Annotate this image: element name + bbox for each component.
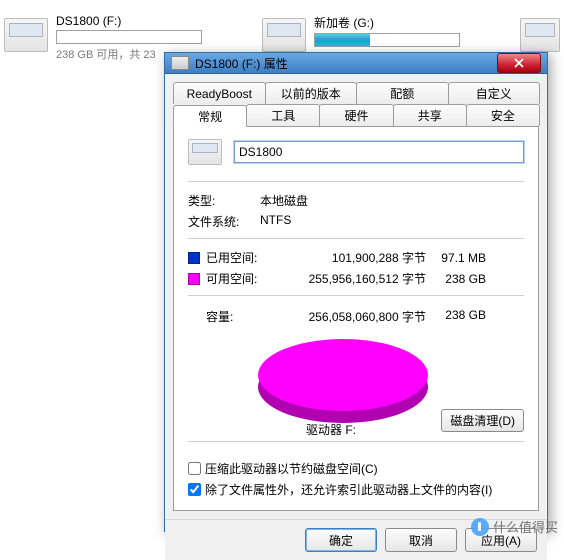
tab-strip: ReadyBoost 以前的版本 配额 自定义 常规 工具 硬件 共享 安全 (165, 74, 547, 126)
capacity-label: 容量: (188, 308, 276, 325)
drive-name: 新加卷 (G:) (314, 14, 460, 31)
type-label: 类型: (188, 192, 260, 209)
compress-label: 压缩此驱动器以节约磁盘空间(C) (205, 460, 378, 477)
tab-previous-versions[interactable]: 以前的版本 (265, 82, 358, 104)
disk-cleanup-button[interactable]: 磁盘清理(D) (441, 409, 524, 432)
divider (188, 238, 524, 239)
type-value: 本地磁盘 (260, 192, 308, 209)
drive-name: DS1800 (F:) (56, 14, 202, 28)
hdd-icon (4, 18, 48, 52)
tab-row-back: ReadyBoost 以前的版本 配额 自定义 (173, 82, 539, 104)
used-swatch-icon (188, 252, 200, 264)
index-checkbox-row[interactable]: 除了文件属性外，还允许索引此驱动器上文件的内容(I) (188, 481, 524, 498)
titlebar[interactable]: DS1800 (F:) 属性 (165, 53, 547, 74)
drive-letter-label: 驱动器 F: (306, 421, 356, 438)
tab-security[interactable]: 安全 (466, 104, 540, 126)
tab-general[interactable]: 常规 (173, 105, 247, 127)
divider (188, 295, 524, 296)
tab-customize[interactable]: 自定义 (448, 82, 541, 104)
divider (188, 181, 524, 182)
tab-hardware[interactable]: 硬件 (319, 104, 393, 126)
used-label: 已用空间: (206, 249, 276, 266)
filesystem-value: NTFS (260, 213, 291, 230)
close-icon (514, 58, 524, 68)
usage-bar (56, 30, 202, 44)
pie-chart (258, 339, 428, 411)
hdd-icon (262, 18, 306, 52)
usage-bar (314, 33, 460, 47)
capacity-hr: 238 GB (426, 308, 486, 325)
cancel-button[interactable]: 取消 (385, 528, 457, 552)
divider (188, 441, 524, 442)
watermark-text: 什么值得买 (493, 517, 558, 536)
free-hr: 238 GB (426, 272, 486, 286)
drive-icon (171, 56, 189, 70)
dialog-title: DS1800 (F:) 属性 (195, 55, 497, 72)
filesystem-label: 文件系统: (188, 213, 260, 230)
tab-readyboost[interactable]: ReadyBoost (173, 82, 266, 104)
compress-checkbox-row[interactable]: 压缩此驱动器以节约磁盘空间(C) (188, 460, 524, 477)
free-label: 可用空间: (206, 270, 276, 287)
ok-button[interactable]: 确定 (305, 528, 377, 552)
hdd-icon (188, 139, 222, 165)
hdd-icon (520, 18, 560, 52)
index-label: 除了文件属性外，还允许索引此驱动器上文件的内容(I) (205, 481, 492, 498)
capacity-bytes: 256,058,060,800 字节 (276, 308, 426, 325)
tab-quota[interactable]: 配额 (356, 82, 449, 104)
drive-label-input[interactable] (234, 141, 524, 163)
tab-tools[interactable]: 工具 (246, 104, 320, 126)
compress-checkbox[interactable] (188, 462, 201, 475)
tab-sharing[interactable]: 共享 (393, 104, 467, 126)
index-checkbox[interactable] (188, 483, 201, 496)
watermark-icon (471, 518, 489, 536)
used-hr: 97.1 MB (426, 251, 486, 265)
free-swatch-icon (188, 273, 200, 285)
properties-dialog: DS1800 (F:) 属性 ReadyBoost 以前的版本 配额 自定义 常… (164, 52, 548, 532)
usage-fill (315, 34, 370, 46)
tab-pane-general: 类型:本地磁盘 文件系统:NTFS 已用空间: 101,900,288 字节 9… (173, 126, 539, 511)
watermark: 什么值得买 (471, 517, 558, 536)
used-bytes: 101,900,288 字节 (276, 249, 426, 266)
pie-chart-area: 驱动器 F: 磁盘清理(D) (188, 335, 524, 435)
close-button[interactable] (497, 53, 541, 73)
tab-row-front: 常规 工具 硬件 共享 安全 (173, 104, 539, 126)
free-bytes: 255,956,160,512 字节 (276, 270, 426, 287)
